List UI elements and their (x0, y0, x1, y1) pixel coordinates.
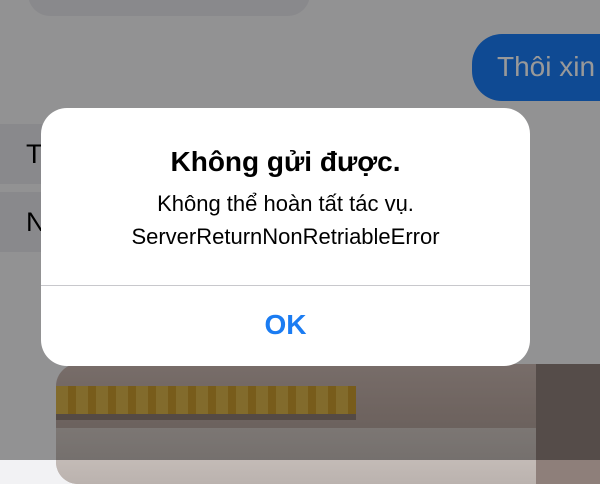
alert-title: Không gửi được. (170, 146, 401, 177)
alert-message-line: Không thể hoàn tất tác vụ. (157, 191, 414, 216)
alert-dialog: Không gửi được. Không thể hoàn tất tác v… (41, 108, 530, 366)
alert-body: Không gửi được. Không thể hoàn tất tác v… (41, 108, 530, 285)
ok-button[interactable]: OK (41, 286, 530, 366)
alert-error-code: ServerReturnNonRetriableError (131, 224, 440, 249)
alert-message: Không thể hoàn tất tác vụ. ServerReturnN… (41, 187, 530, 253)
